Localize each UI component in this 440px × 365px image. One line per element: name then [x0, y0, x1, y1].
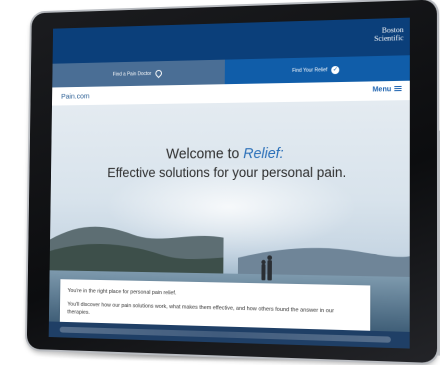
tablet: Boston Scientific Find a Pain Doctor Fin…	[26, 0, 438, 364]
hero-title-prefix: Welcome to	[166, 146, 244, 163]
find-relief-button[interactable]: Find Your Relief ✓	[224, 55, 410, 85]
hero-banner: Welcome to Relief: Effective solutions f…	[48, 100, 410, 349]
find-doctor-label: Find a Pain Doctor	[112, 70, 152, 78]
logo-line-2: Scientific	[374, 33, 404, 43]
intro-line-1: You're in the right place for personal p…	[67, 288, 177, 297]
find-relief-label: Find Your Relief	[292, 66, 328, 74]
boston-scientific-logo[interactable]: Boston Scientific	[355, 25, 404, 44]
location-pin-icon	[153, 68, 164, 79]
hero-title: Welcome to Relief:	[51, 145, 410, 164]
menu-button[interactable]: Menu	[372, 85, 402, 94]
intro-line-2: You'll discover how our pain solutions w…	[67, 301, 334, 316]
hero-subtitle: Effective solutions for your personal pa…	[107, 164, 347, 180]
hero-title-accent: Relief:	[243, 145, 284, 163]
find-doctor-button[interactable]: Find a Pain Doctor	[52, 59, 225, 88]
device-mockup: Boston Scientific Find a Pain Doctor Fin…	[0, 0, 440, 365]
hamburger-icon	[394, 85, 402, 92]
site-logo[interactable]: Pain.com	[61, 92, 90, 101]
check-circle-icon: ✓	[331, 65, 340, 74]
menu-label: Menu	[372, 86, 392, 94]
tablet-screen: Boston Scientific Find a Pain Doctor Fin…	[48, 17, 410, 349]
